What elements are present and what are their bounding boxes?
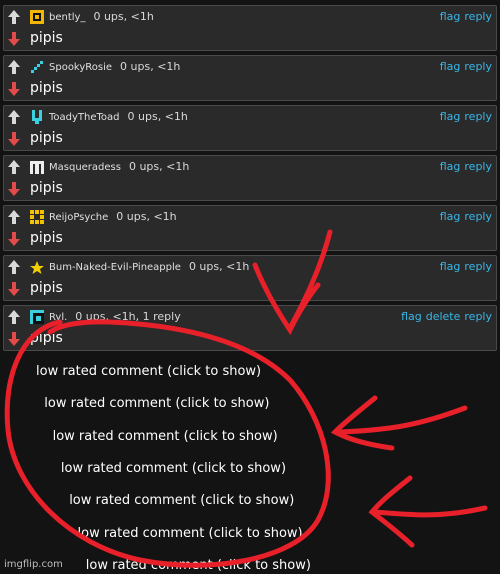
comment-meta: Ryl. 0 ups, <1h, 1 reply: [49, 310, 181, 324]
annotation-arrow-bottom: [372, 505, 488, 518]
comment-actions: flag reply: [436, 160, 492, 174]
comment-stats: 0 ups, <1h: [120, 60, 181, 73]
comment-actions: flag reply: [436, 110, 492, 124]
comment-meta: bently_ 0 ups, <1h: [49, 10, 154, 24]
reply-link[interactable]: reply: [464, 310, 492, 323]
delete-link[interactable]: delete: [426, 310, 461, 323]
comment-stats: 0 ups, <1h, 1 reply: [75, 310, 181, 323]
comment-meta: ReijoPsyche 0 ups, <1h: [49, 210, 177, 224]
low-rated-comment-toggle[interactable]: low rated comment (click to show): [53, 429, 278, 445]
comment-text: pipis: [30, 80, 63, 96]
username-link[interactable]: Ryl.: [49, 312, 67, 323]
comment: Masqueradess 0 ups, <1h flag reply pipis: [3, 155, 497, 201]
flag-link[interactable]: flag: [440, 260, 461, 273]
username-link[interactable]: ToadyTheToad: [49, 112, 120, 123]
vote-controls: [5, 157, 23, 199]
flag-link[interactable]: flag: [401, 310, 422, 323]
upvote-arrow-icon[interactable]: [5, 207, 23, 227]
comment: bently_ 0 ups, <1h flag reply pipis: [3, 5, 497, 51]
vote-controls: [5, 57, 23, 99]
comment-text: pipis: [30, 230, 63, 246]
comment-text: pipis: [30, 30, 63, 46]
upvote-arrow-icon[interactable]: [5, 157, 23, 177]
downvote-arrow-icon[interactable]: [5, 229, 23, 249]
comment-meta: Masqueradess 0 ups, <1h: [49, 160, 189, 174]
username-link[interactable]: SpookyRosie: [49, 62, 112, 73]
upvote-arrow-icon[interactable]: [5, 307, 23, 327]
comment-stats: 0 ups, <1h: [128, 160, 190, 173]
annotation-arrow-bottom-head: [368, 475, 415, 548]
reply-link[interactable]: reply: [464, 110, 492, 123]
white-mask-avatar-icon[interactable]: [29, 159, 45, 175]
low-rated-comment-toggle[interactable]: low rated comment (click to show): [61, 461, 286, 477]
flag-link[interactable]: flag: [440, 160, 461, 173]
username-link[interactable]: Masqueradess: [49, 162, 121, 173]
comment-actions: flag reply: [436, 260, 492, 274]
downvote-arrow-icon[interactable]: [5, 29, 23, 49]
watermark: imgflip.com: [4, 559, 63, 570]
comment-meta: Bum-Naked-Evil-Pineapple 0 ups, <1h: [49, 260, 249, 274]
downvote-arrow-icon[interactable]: [5, 179, 23, 199]
comment-stats: 0 ups, <1h: [127, 110, 188, 123]
flag-link[interactable]: flag: [440, 110, 461, 123]
comment: ToadyTheToad 0 ups, <1h flag reply pipis: [3, 105, 497, 151]
yellow-grid-avatar-icon[interactable]: [29, 209, 45, 225]
downvote-arrow-icon[interactable]: [5, 129, 23, 149]
reply-link[interactable]: reply: [464, 210, 492, 223]
comment-text: pipis: [30, 330, 63, 346]
comment: Bum-Naked-Evil-Pineapple 0 ups, <1h flag re…: [3, 255, 497, 301]
upvote-arrow-icon[interactable]: [5, 57, 23, 77]
yellow-square-avatar-icon[interactable]: [29, 9, 45, 25]
yellow-star-avatar-icon[interactable]: [29, 259, 45, 275]
annotation-arrow-middle: [337, 405, 468, 435]
downvote-arrow-icon[interactable]: [5, 279, 23, 299]
comment-stats: 0 ups, <1h: [116, 210, 177, 223]
username-link[interactable]: Bum-Naked-Evil-Pineapple: [49, 262, 181, 273]
comment-text: pipis: [30, 180, 63, 196]
vote-controls: [5, 257, 23, 299]
upvote-arrow-icon[interactable]: [5, 257, 23, 277]
cyan-toad-avatar-icon[interactable]: [29, 109, 45, 125]
vote-controls: [5, 307, 23, 349]
comment-text: pipis: [30, 280, 63, 296]
reply-link[interactable]: reply: [464, 160, 492, 173]
comment-text: pipis: [30, 130, 63, 146]
low-rated-comment-toggle[interactable]: low rated comment (click to show): [78, 526, 303, 542]
vote-controls: [5, 7, 23, 49]
cyan-frame-avatar-icon[interactable]: [29, 309, 45, 325]
comment-stats: 0 ups, <1h: [188, 260, 250, 273]
downvote-arrow-icon[interactable]: [5, 79, 23, 99]
flag-link[interactable]: flag: [440, 60, 461, 73]
reply-link[interactable]: reply: [464, 10, 492, 23]
flag-link[interactable]: flag: [440, 10, 461, 23]
annotation-arrow-middle-head: [330, 395, 395, 451]
comment-actions: flag reply: [436, 10, 492, 24]
upvote-arrow-icon[interactable]: [5, 7, 23, 27]
comment-actions: flag delete reply: [397, 310, 492, 324]
reply-link[interactable]: reply: [464, 60, 492, 73]
username-link[interactable]: ReijoPsyche: [49, 212, 108, 223]
cyan-diagonal-avatar-icon[interactable]: [29, 59, 45, 75]
comment: ReijoPsyche 0 ups, <1h flag reply pipis: [3, 205, 497, 251]
comment-meta: ToadyTheToad 0 ups, <1h: [49, 110, 188, 124]
vote-controls: [5, 107, 23, 149]
low-rated-comment-toggle[interactable]: low rated comment (click to show): [36, 364, 261, 380]
comment-actions: flag reply: [436, 60, 492, 74]
comment: Ryl. 0 ups, <1h, 1 reply flag delete reply pi…: [3, 305, 497, 351]
low-rated-comment-toggle[interactable]: low rated comment (click to show): [69, 493, 294, 509]
vote-controls: [5, 207, 23, 249]
comment-actions: flag reply: [436, 210, 492, 224]
username-link[interactable]: bently_: [49, 12, 85, 23]
downvote-arrow-icon[interactable]: [5, 329, 23, 349]
reply-link[interactable]: reply: [464, 260, 492, 273]
flag-link[interactable]: flag: [440, 210, 461, 223]
comment: SpookyRosie 0 ups, <1h flag reply pipis: [3, 55, 497, 101]
comment-stats: 0 ups, <1h: [93, 10, 154, 23]
comment-meta: SpookyRosie 0 ups, <1h: [49, 60, 180, 74]
low-rated-comment-toggle[interactable]: low rated comment (click to show): [44, 396, 269, 412]
low-rated-comment-toggle[interactable]: low rated comment (click to show): [86, 558, 311, 574]
upvote-arrow-icon[interactable]: [5, 107, 23, 127]
